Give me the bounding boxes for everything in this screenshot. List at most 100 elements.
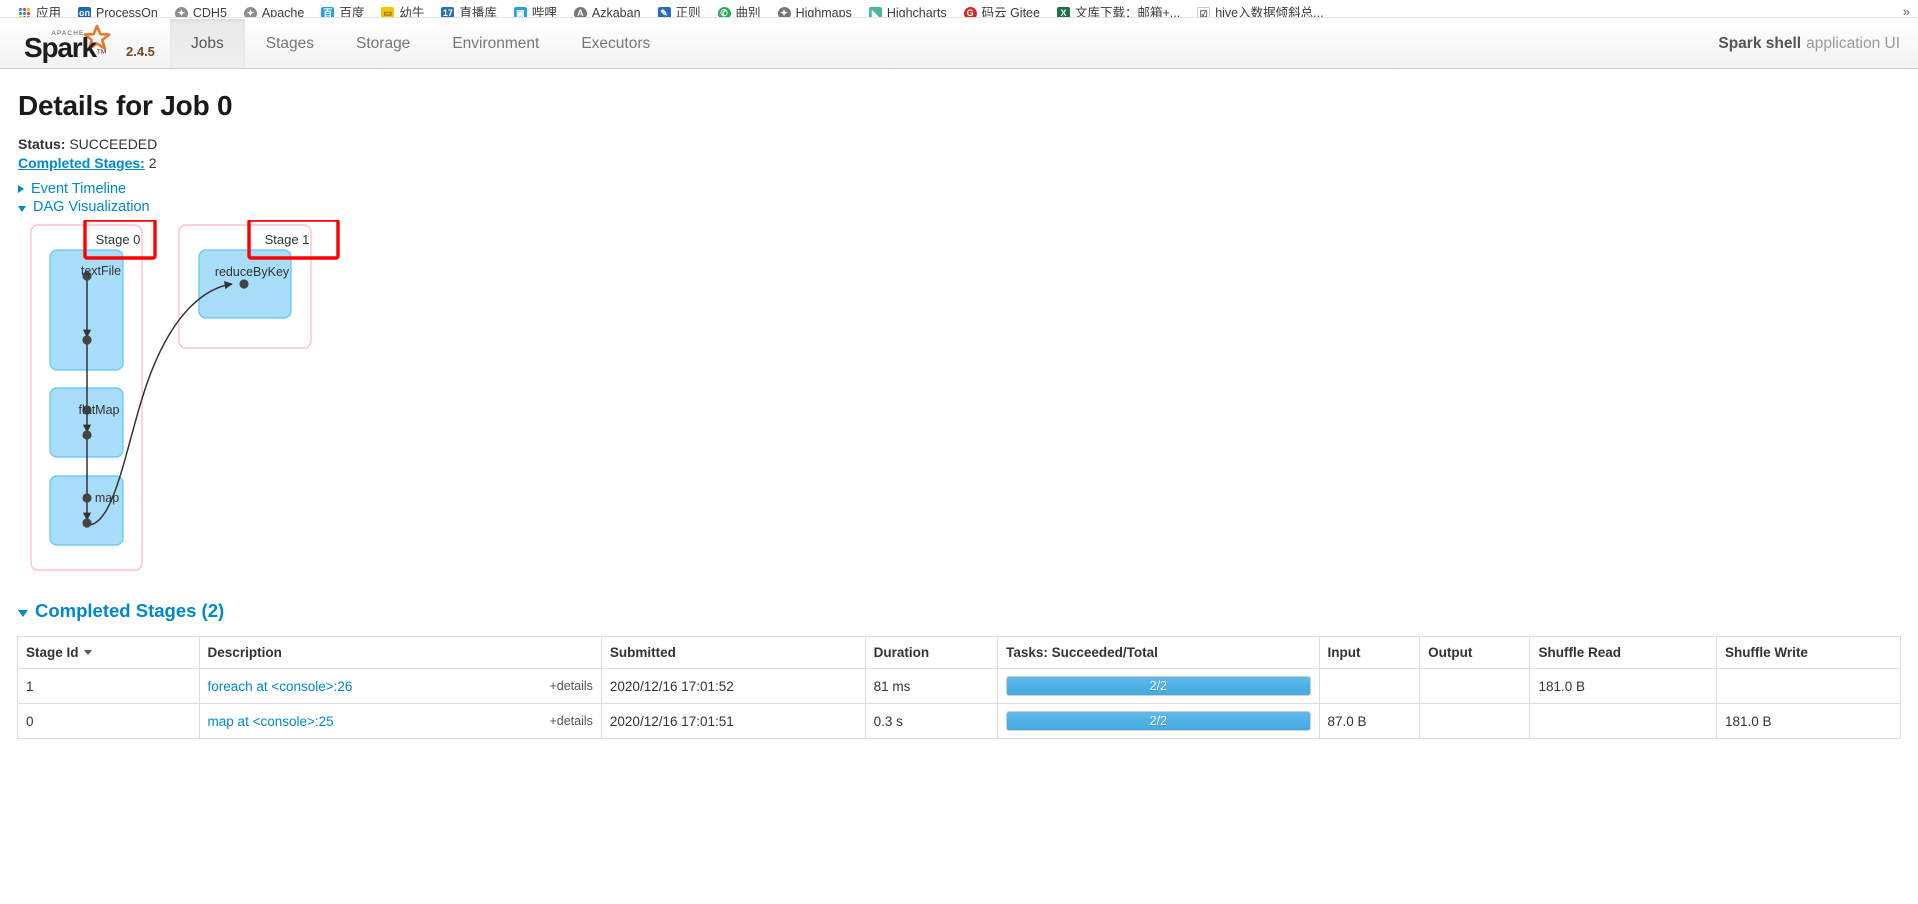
tab-stages[interactable]: Stages — [245, 19, 335, 68]
cell-shuffle-read: 181.0 B — [1529, 668, 1717, 704]
cell-duration: 0.3 s — [864, 703, 999, 739]
bookmark-item[interactable]: A Azkaban — [573, 6, 641, 18]
highcharts-icon: ◣ — [868, 7, 882, 17]
stage-description-link[interactable]: map at <console>:25 — [208, 714, 334, 729]
completed-stages-section-title: Completed Stages (2) — [35, 600, 225, 621]
bookmark-label: 正则 — [675, 6, 701, 18]
dag-rdd-node[interactable] — [239, 279, 249, 289]
tab-environment[interactable]: Environment — [431, 19, 560, 68]
cell-input — [1318, 668, 1421, 704]
column-header-label: Duration — [873, 645, 930, 660]
dag-visualization-toggle[interactable]: DAG Visualization — [18, 199, 150, 215]
task-progress-label: 2/2 — [1149, 714, 1168, 728]
dag-rdd-node[interactable] — [82, 430, 92, 440]
column-header-label: Tasks: Succeeded/Total — [1006, 645, 1158, 660]
bookmark-label: 应用 — [36, 6, 62, 18]
application-name-rest: application UI — [1806, 34, 1900, 52]
bookmark-item[interactable]: 应用 — [18, 6, 62, 18]
job-summary: Status: SUCCEEDED Completed Stages: 2 — [18, 135, 157, 173]
bookmark-label: Azkaban — [591, 6, 641, 18]
table-body: 1 foreach at <console>:26 +details 2020/12/… — [17, 668, 1902, 739]
bookmark-label: hive入数据倾斜总... — [1215, 6, 1324, 18]
page-title: Details for Job 0 — [18, 90, 233, 121]
navbar-tabs: Jobs Stages Storage Environment Executors — [170, 19, 671, 68]
excel-icon: X — [1056, 7, 1070, 17]
bookmark-item[interactable]: ▭ 幼牛 — [381, 7, 424, 17]
stage-details-toggle[interactable]: +details — [549, 714, 592, 728]
column-header-input[interactable]: Input — [1318, 636, 1421, 669]
column-header-submitted[interactable]: Submitted — [600, 636, 866, 669]
bookmark-item[interactable]: G 码云 Gitee — [963, 7, 1040, 17]
bookmark-item[interactable]: ✦ Highmaps — [777, 6, 852, 18]
job-status-value: SUCCEEDED — [69, 136, 158, 152]
bookmark-label: 文库下载：邮箱+... — [1074, 6, 1181, 18]
apps-grid-icon — [18, 7, 31, 17]
cell-tasks: 2/2 — [997, 668, 1320, 704]
dag-rdd-node[interactable] — [82, 493, 92, 503]
column-header-shuffle-read[interactable]: Shuffle Read — [1529, 636, 1717, 669]
stage-details-toggle[interactable]: +details — [549, 679, 592, 693]
bookmark-item[interactable]: X 文库下载：邮箱+... — [1056, 6, 1181, 18]
table-header-row: Stage Id Description Submitted Duration Task… — [17, 636, 1902, 669]
bookmark-item[interactable]: ◣ Highcharts — [868, 7, 947, 17]
dag-rdd-label: reduceByKey — [215, 265, 290, 279]
gitee-icon: G — [963, 7, 977, 17]
column-header-duration[interactable]: Duration — [864, 636, 999, 669]
bookmark-item[interactable]: ▣ 哔哩 — [513, 6, 557, 18]
column-header-stage-id[interactable]: Stage Id — [17, 636, 200, 669]
bookmark-label: Highmaps — [795, 6, 852, 18]
sort-descending-icon — [83, 650, 92, 655]
tab-jobs[interactable]: Jobs — [170, 19, 245, 68]
dag-rdd-label: map — [95, 491, 119, 505]
dag-rdd-node[interactable] — [82, 518, 92, 528]
page-icon: ☑ — [1197, 7, 1211, 17]
column-header-tasks-succeeded-total[interactable]: Tasks: Succeeded/Total — [997, 636, 1320, 669]
cell-output — [1419, 703, 1531, 739]
bookmark-item[interactable]: on ProcessOn — [78, 7, 158, 17]
dag-rdd-node[interactable] — [82, 335, 92, 345]
application-name-bold: Spark shell — [1718, 34, 1802, 52]
event-timeline-toggle[interactable]: Event Timeline — [18, 181, 126, 197]
bookmark-item[interactable]: 百百度 — [321, 7, 364, 17]
bookmark-label: 直播库 — [459, 6, 497, 18]
bookmark-item[interactable]: 17 直播库 — [441, 6, 497, 18]
shield-icon: ✦ — [243, 7, 257, 17]
bookmark-item[interactable]: ☑ hive入数据倾斜总... — [1197, 6, 1324, 18]
table-row[interactable]: 0 map at <console>:25 +details 2020/12/16 1… — [17, 703, 1902, 739]
dag-visualization-panel[interactable]: Stage 0 textFile flatMap map Stage 1 reduceBy… — [0, 220, 1918, 645]
cell-submitted: 2020/12/16 17:01:52 — [600, 668, 866, 704]
browser-bookmark-bar: 应用 on ProcessOn ✦ CDH5 ✦ Apache 百百度 ▭ 幼牛 17 直播库 ▣ 哔哩 A… — [0, 0, 1918, 18]
bookmark-overflow-button[interactable]: » — [1903, 4, 1910, 17]
tab-storage[interactable]: Storage — [335, 19, 431, 68]
cell-description: foreach at <console>:26 +details — [198, 668, 602, 704]
completed-stages-section-toggle[interactable]: Completed Stages (2) — [18, 600, 224, 622]
chevron-down-icon — [18, 609, 28, 617]
spark-wordmark: Spark — [24, 32, 97, 63]
column-header-shuffle-write[interactable]: Shuffle Write — [1715, 636, 1902, 669]
completed-stages-count: 2 — [148, 155, 157, 171]
chevron-down-icon — [18, 206, 26, 212]
cell-submitted: 2020/12/16 17:01:51 — [600, 703, 866, 739]
bookmark-item[interactable]: ✦ Apache — [243, 7, 304, 17]
cell-stage-id: 1 — [17, 668, 200, 704]
task-progress-label: 2/2 — [1149, 679, 1168, 693]
column-header-description[interactable]: Description — [198, 636, 602, 669]
job-completed-stages-row: Completed Stages: 2 — [18, 154, 157, 173]
bookmark-item[interactable]: ✦ CDH5 — [174, 6, 227, 18]
phone-icon: ✆ — [717, 7, 731, 17]
azkaban-icon: A — [573, 7, 587, 17]
spark-logo: APACHE Spark ™ — [22, 24, 118, 64]
table-row[interactable]: 1 foreach at <console>:26 +details 2020/12/… — [17, 668, 1902, 704]
task-progress-bar: 2/2 — [1006, 676, 1311, 696]
dag-graph[interactable]: Stage 0 textFile flatMap map Stage 1 reduceBy… — [0, 220, 1100, 645]
column-header-label: Description — [207, 645, 282, 660]
completed-stages-link[interactable]: Completed Stages: — [18, 155, 145, 171]
spark-logo-link[interactable]: APACHE Spark ™ 2.4.5 — [22, 19, 155, 68]
bookmark-item[interactable]: ✎ 正则 — [657, 6, 701, 18]
bookmark-label: 哔哩 — [531, 6, 557, 18]
bookmark-item[interactable]: ✆ 曲别 — [717, 7, 761, 17]
bookmark-label: CDH5 — [192, 6, 227, 18]
stage-description-link[interactable]: foreach at <console>:26 — [208, 679, 353, 694]
column-header-output[interactable]: Output — [1419, 636, 1531, 669]
tab-executors[interactable]: Executors — [560, 19, 671, 68]
